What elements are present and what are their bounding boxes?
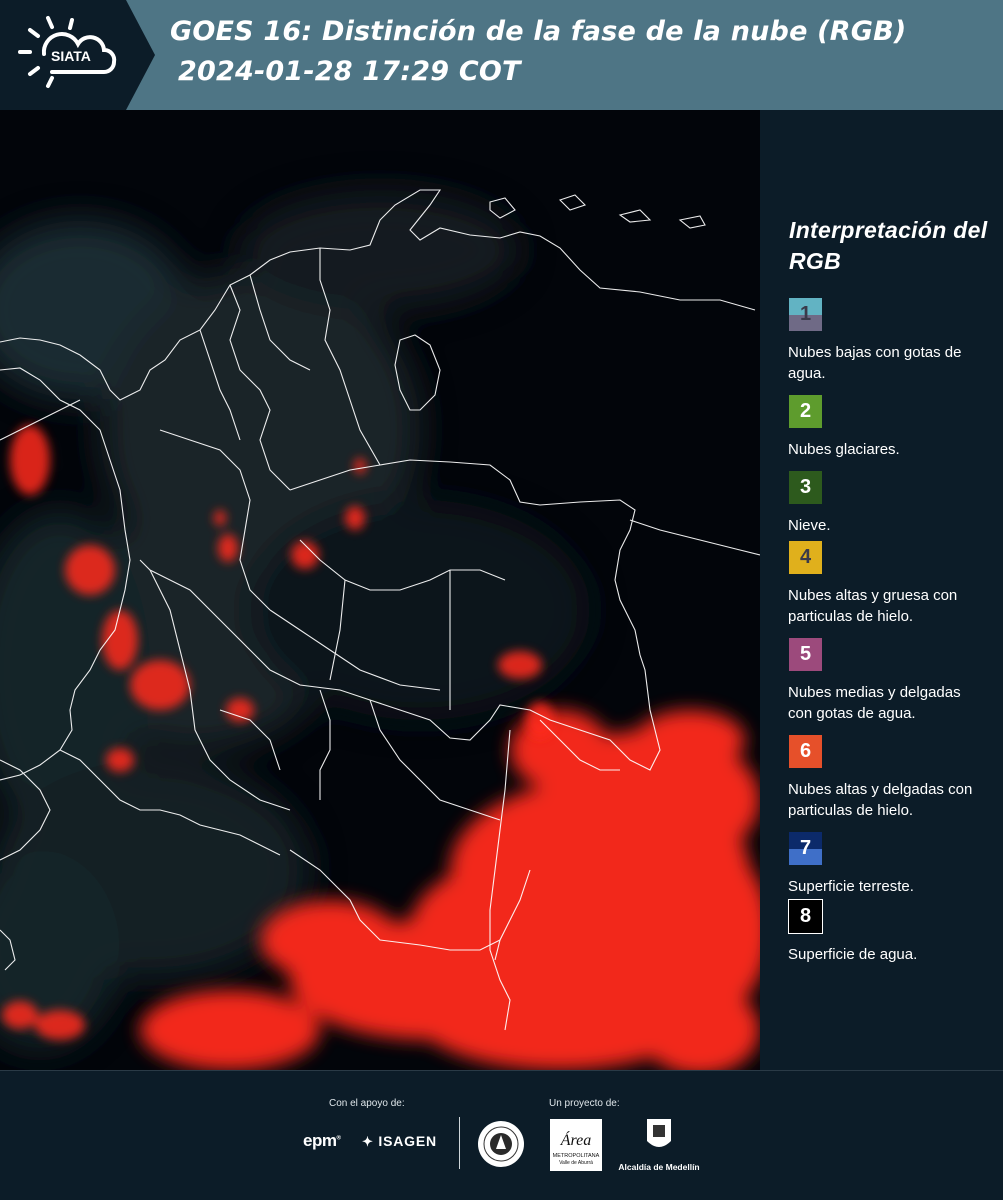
legend-item-1: 1 Nubes bajas con gotas de agua. (788, 297, 988, 384)
satellite-map (0, 110, 760, 1070)
medellin-shield-icon (647, 1119, 671, 1147)
header-bar: SIATA GOES 16: Distinción de la fase de … (0, 0, 1003, 110)
legend-swatch: 2 (788, 394, 823, 429)
epm-logo: epm® (303, 1131, 341, 1150)
page-title: GOES 16: Distinción de la fase de la nub… (170, 16, 907, 47)
isagen-logo-text: ISAGEN (378, 1133, 437, 1149)
medellin-logo-text: Alcaldía de Medellín (618, 1162, 700, 1172)
metro-logo-sub2: Valle de Aburrá (559, 1160, 593, 1166)
legend-panel: Interpretación del RGB 1 Nubes bajas con … (760, 110, 1003, 1070)
metro-logo-sub: METROPOLITANA (553, 1153, 600, 1159)
legend-swatch: 8 (788, 899, 823, 934)
legend-label: Nubes bajas con gotas de agua. (788, 344, 962, 382)
project-label: Un proyecto de: (549, 1098, 620, 1109)
epm-logo-text: epm (303, 1131, 337, 1150)
timestamp: 2024-01-28 17:29 COT (178, 56, 521, 87)
metro-logo-main: Área (560, 1130, 592, 1149)
legend-swatch: 6 (788, 734, 823, 769)
legend-number: 2 (799, 400, 812, 422)
legend-swatch: 4 (788, 540, 823, 575)
legend-label: Superficie terreste. (788, 878, 914, 895)
legend-swatch: 3 (788, 470, 823, 505)
legend-number: 1 (799, 303, 812, 325)
legend-label: Nieve. (788, 517, 831, 534)
area-metropolitana-logo: Área METROPOLITANA Valle de Aburrá (550, 1119, 602, 1176)
legend-item-3: 3 Nieve. (788, 470, 988, 536)
legend-number: 4 (799, 546, 812, 568)
legend-number: 8 (799, 905, 812, 927)
legend-swatch: 1 (788, 297, 823, 332)
rgb-map-image (0, 110, 760, 1070)
footer: Con el apoyo de: Un proyecto de: epm® ✦ … (0, 1070, 1003, 1200)
legend-item-2: 2 Nubes glaciares. (788, 394, 988, 460)
seal-logo (476, 1119, 526, 1174)
legend-item-5: 5 Nubes medias y delgadas con gotas de ag… (788, 637, 988, 724)
footer-divider (459, 1117, 460, 1169)
legend-label: Nubes altas y gruesa con particulas de h… (788, 587, 958, 625)
legend-number: 6 (799, 740, 812, 762)
legend-swatch: 5 (788, 637, 823, 672)
legend-swatch: 7 (788, 831, 823, 866)
legend-number: 3 (799, 476, 812, 498)
legend-item-4: 4 Nubes altas y gruesa con particulas de … (788, 540, 988, 627)
legend-item-6: 6 Nubes altas y delgadas con particulas d… (788, 734, 988, 821)
legend-number: 7 (799, 837, 812, 859)
legend-number: 5 (799, 643, 812, 665)
isagen-mark-icon: ✦ (362, 1134, 374, 1149)
siata-logo-text: SIATA (51, 48, 91, 64)
legend-item-7: 7 Superficie terreste. (788, 831, 988, 897)
alcaldia-medellin-logo: Alcaldía de Medellín (613, 1117, 705, 1172)
isagen-logo: ✦ ISAGEN (362, 1133, 437, 1150)
legend-label: Nubes medias y delgadas con gotas de agu… (788, 684, 961, 722)
siata-logo: SIATA (0, 0, 155, 110)
legend-label: Nubes altas y delgadas con particulas de… (788, 781, 973, 819)
legend-item-8: 8 Superficie de agua. (788, 899, 988, 965)
legend-label: Nubes glaciares. (788, 441, 900, 458)
support-label: Con el apoyo de: (329, 1098, 405, 1109)
legend-title: Interpretación del RGB (789, 217, 988, 274)
legend-label: Superficie de agua. (788, 946, 918, 963)
